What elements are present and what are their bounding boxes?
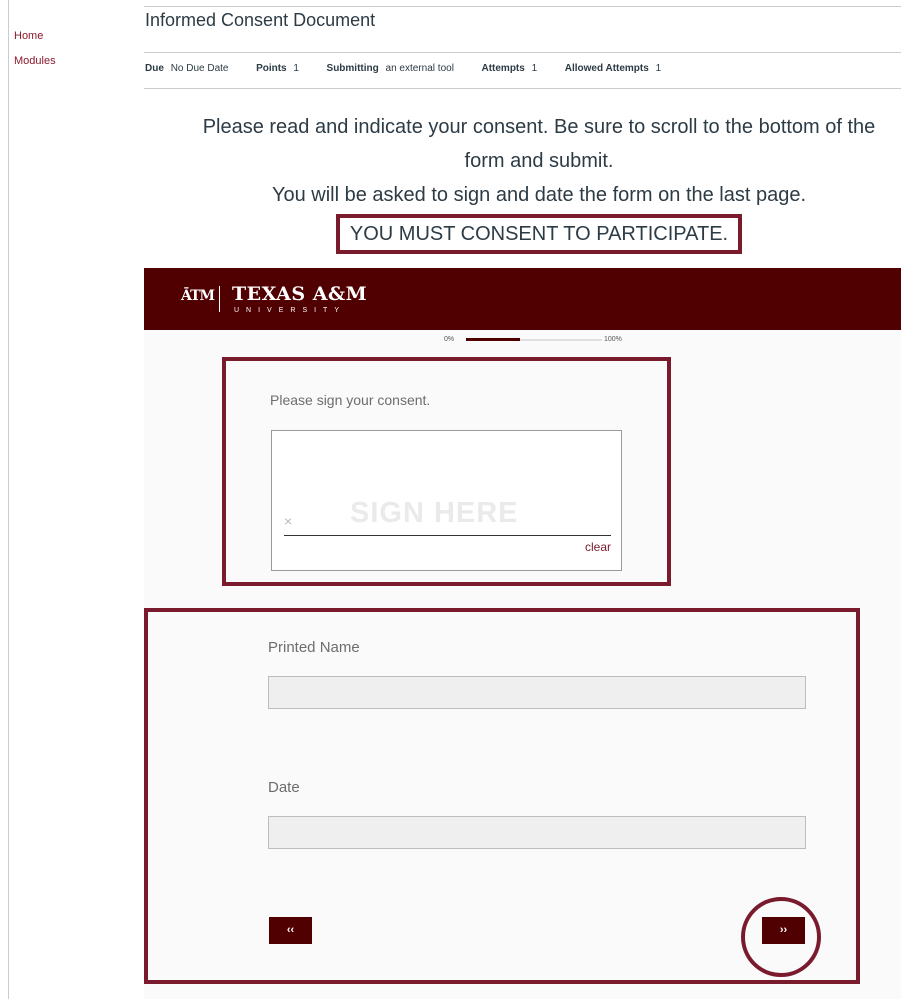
instruction-line: Please read and indicate your consent. B… — [202, 116, 876, 138]
progress-start-label: 0% — [444, 336, 455, 343]
points-value: 1 — [293, 63, 299, 74]
left-border — [0, 0, 9, 999]
submitting-label: Submitting — [326, 63, 379, 74]
due-value: No Due Date — [170, 63, 229, 74]
points-label: Points — [256, 63, 287, 74]
instruction-line: form and submit. — [464, 150, 614, 172]
attempts-value: 1 — [531, 63, 538, 74]
signature-pad[interactable]: SIGN HERE × clear — [271, 430, 622, 571]
progress-indicator: 0% 100% — [444, 336, 622, 343]
course-nav: Home Modules — [14, 30, 56, 80]
signature-line — [284, 535, 611, 536]
instruction-line: You will be asked to sign and date the f… — [271, 184, 807, 206]
allowed-attempts-value: 1 — [655, 63, 662, 74]
must-consent-notice: YOU MUST CONSENT TO PARTICIPATE. — [335, 214, 743, 254]
progress-bar-fill — [466, 338, 521, 341]
sign-x-icon: × — [284, 513, 293, 529]
date-label: Date — [268, 779, 300, 796]
sign-here-watermark: SIGN HERE — [350, 497, 519, 529]
printed-name-label: Printed Name — [268, 639, 360, 656]
logo-wordmark: TEXAS A&M — [232, 283, 368, 305]
nav-home-link[interactable]: Home — [14, 30, 56, 42]
attempts-label: Attempts — [481, 63, 525, 74]
signature-label: Please sign your consent. — [270, 392, 431, 408]
assignment-details: Due No Due Date Points 1 Submitting an e… — [145, 63, 661, 74]
top-divider — [144, 6, 901, 7]
printed-name-input[interactable] — [268, 676, 806, 709]
name-date-section: Printed Name Date ‹‹ ›› — [144, 608, 860, 984]
logo-subtext: UNIVERSITY — [234, 307, 347, 314]
nav-modules-link[interactable]: Modules — [14, 55, 56, 67]
main-content: Informed Consent Document Due No Due Dat… — [144, 0, 901, 999]
page-title: Informed Consent Document — [145, 10, 376, 30]
clear-signature-link[interactable]: clear — [585, 540, 611, 554]
university-banner: ĀTM TEXAS A&M UNIVERSITY — [144, 268, 901, 330]
divider — [144, 88, 901, 89]
due-label: Due — [145, 63, 164, 74]
next-button[interactable]: ›› — [762, 917, 805, 944]
previous-button[interactable]: ‹‹ — [269, 917, 312, 944]
logo-divider — [219, 286, 220, 312]
date-input[interactable] — [268, 816, 806, 849]
signature-section: Please sign your consent. SIGN HERE × cl… — [222, 357, 671, 586]
tamu-logo-mark: ĀTM — [181, 288, 215, 304]
consent-instructions: Please read and indicate your consent. B… — [144, 110, 901, 254]
allowed-attempts-label: Allowed Attempts — [564, 63, 649, 74]
progress-bar — [466, 338, 602, 341]
submitting-value: an external tool — [385, 63, 454, 74]
divider — [144, 52, 901, 53]
progress-end-label: 100% — [604, 336, 622, 343]
survey-frame: 0% 100% Please sign your consent. SIGN H… — [144, 330, 901, 999]
